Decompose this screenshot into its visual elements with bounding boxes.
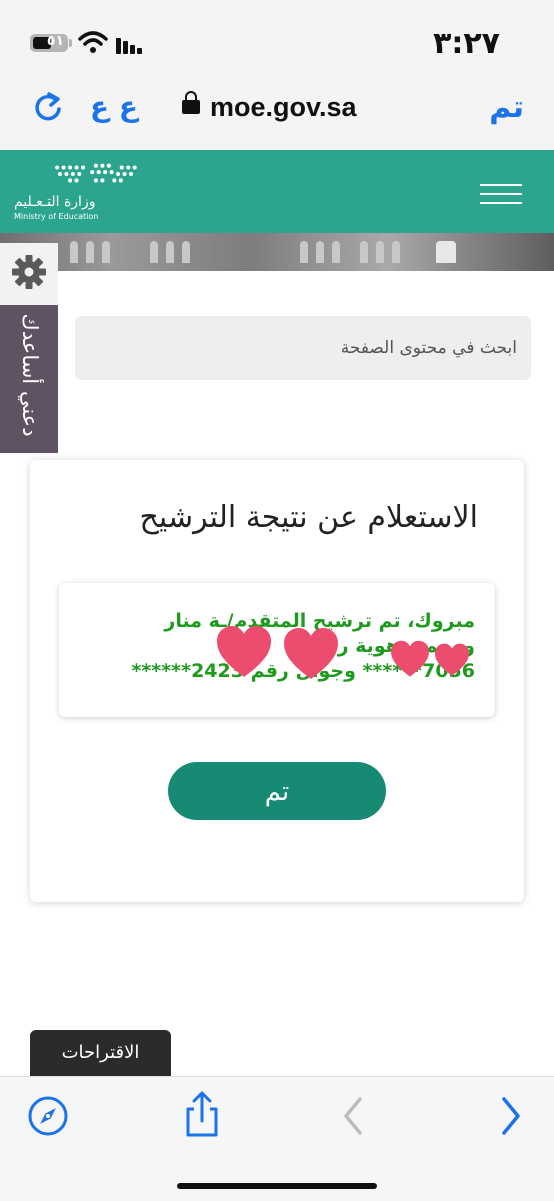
url-field[interactable]: moe.gov.sa bbox=[182, 91, 357, 123]
heart-sticker-icon bbox=[217, 626, 271, 677]
confirm-button[interactable]: تم bbox=[168, 762, 386, 820]
logo-english-text: Ministry of Education bbox=[14, 212, 99, 221]
reload-icon[interactable] bbox=[32, 90, 64, 124]
battery-level: ٥١ bbox=[46, 33, 64, 49]
result-line-1: مبروك، تم ترشيح المتقدم/ـة منار bbox=[164, 610, 475, 632]
heart-sticker-icon bbox=[435, 643, 469, 676]
share-icon[interactable] bbox=[182, 1091, 222, 1139]
logo-dots-icon bbox=[55, 163, 137, 183]
suggestions-button[interactable]: الاقتراحات bbox=[30, 1030, 171, 1080]
header-banner-image bbox=[0, 233, 554, 271]
accessibility-settings-button[interactable] bbox=[0, 243, 58, 305]
chevron-left-icon[interactable] bbox=[340, 1095, 366, 1137]
help-tab-label: دعني أساعدك bbox=[18, 313, 42, 437]
lock-icon bbox=[182, 91, 200, 114]
wifi-icon bbox=[78, 31, 108, 53]
confirm-button-label: تم bbox=[264, 775, 290, 806]
url-text: moe.gov.sa bbox=[210, 92, 357, 122]
status-bar: ٥١ ٣:٢٧ bbox=[0, 0, 554, 80]
gear-icon bbox=[12, 255, 46, 289]
heart-sticker-icon bbox=[284, 628, 338, 679]
search-placeholder: ابحث في محتوى الصفحة bbox=[340, 338, 517, 358]
compass-icon[interactable] bbox=[27, 1095, 69, 1137]
page-search-input[interactable]: ابحث في محتوى الصفحة bbox=[75, 316, 531, 380]
cellular-signal-icon bbox=[116, 36, 142, 54]
address-bar: ع ع moe.gov.sa تم bbox=[0, 80, 554, 150]
heart-sticker-icon bbox=[391, 640, 429, 677]
chevron-right-icon[interactable] bbox=[498, 1095, 524, 1137]
status-time: ٣:٢٧ bbox=[433, 26, 500, 61]
text-size-button[interactable]: ع ع bbox=[90, 90, 138, 123]
battery-icon: ٥١ bbox=[30, 33, 68, 52]
suggestions-label: الاقتراحات bbox=[61, 1042, 140, 1063]
home-indicator bbox=[177, 1183, 377, 1189]
battery-tip bbox=[69, 39, 72, 47]
card-title: الاستعلام عن نتيجة الترشيح bbox=[139, 500, 478, 535]
menu-icon[interactable] bbox=[480, 184, 522, 211]
help-tab[interactable]: دعني أساعدك bbox=[0, 305, 58, 453]
done-button[interactable]: تم bbox=[489, 90, 524, 125]
result-card: الاستعلام عن نتيجة الترشيح مبروك، تم ترش… bbox=[30, 460, 524, 902]
result-message-box: مبروك، تم ترشيح المتقدم/ـة منار وب محـ ه… bbox=[59, 583, 495, 717]
site-header: وزارة التـعـليم Ministry of Education bbox=[0, 150, 554, 233]
logo-arabic-text: وزارة التـعـليم bbox=[14, 194, 96, 210]
